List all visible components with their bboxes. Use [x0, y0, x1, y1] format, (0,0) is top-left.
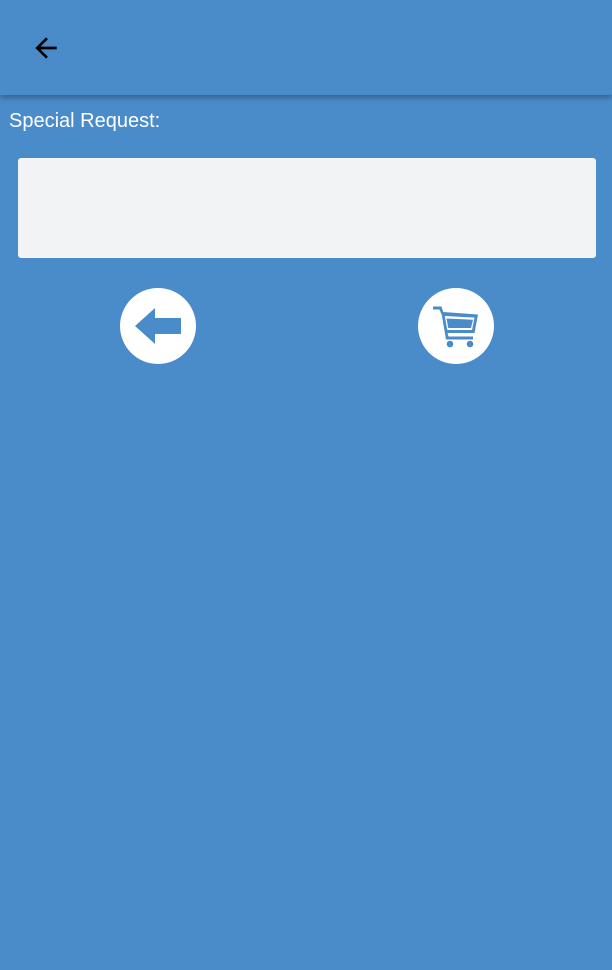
shopping-cart-icon	[433, 306, 478, 348]
special-request-input[interactable]	[18, 158, 596, 258]
special-request-label: Special Request:	[9, 110, 161, 132]
app-screen: Special Request:	[0, 0, 612, 970]
nav-back-button[interactable]	[16, 18, 76, 78]
previous-button[interactable]	[120, 288, 196, 364]
arrow-left-icon	[135, 308, 181, 344]
top-app-bar	[0, 0, 612, 95]
add-to-cart-button[interactable]	[418, 288, 494, 364]
arrow-left-icon	[35, 37, 57, 59]
